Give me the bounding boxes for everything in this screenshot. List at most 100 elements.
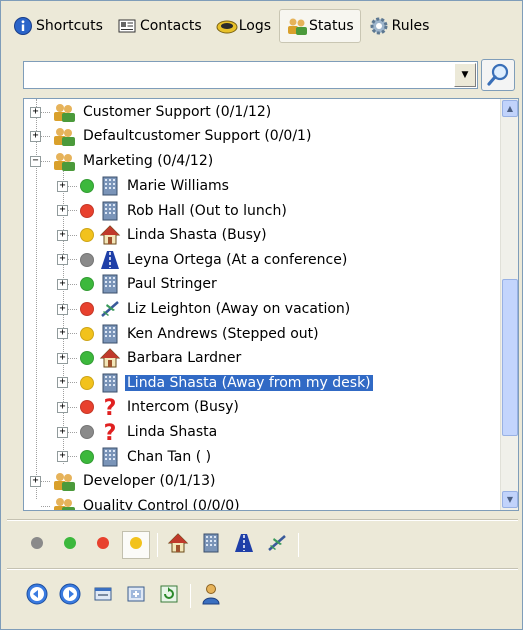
tab-bar: Shortcuts Contacts Logs Status Rules <box>7 7 519 45</box>
tree-member-row[interactable]: +? Intercom (Busy) <box>57 395 241 421</box>
search-input[interactable] <box>26 64 451 86</box>
tree-member-row[interactable]: + Paul Stringer <box>57 272 219 296</box>
tree-member-row[interactable]: + Marie Williams <box>57 174 231 198</box>
phone-handset-icon <box>216 16 238 36</box>
tab-status[interactable]: Status <box>279 9 361 43</box>
expand-plus-icon[interactable]: + <box>57 401 68 413</box>
tree-member-label: Intercom (Busy) <box>127 399 239 416</box>
refresh-icon <box>159 584 179 608</box>
expand-plus-icon[interactable]: + <box>57 352 68 364</box>
tree-group-label: Marketing (0/4/12) <box>83 153 214 169</box>
tab-rules[interactable]: Rules <box>363 9 436 43</box>
tree-member-row[interactable]: + Chan Tan ( ) <box>57 445 213 469</box>
home-icon <box>99 347 121 369</box>
people-group-icon <box>52 471 76 491</box>
location-vacation-button[interactable] <box>263 531 291 559</box>
add-window-icon <box>126 584 146 608</box>
gray-status-icon <box>30 536 44 554</box>
question-mark-icon: ? <box>99 396 121 421</box>
tree-member-row[interactable]: + Liz Leighton (Away on vacation) <box>57 297 352 321</box>
back-button[interactable] <box>23 582 51 610</box>
expand-plus-icon[interactable]: + <box>30 130 41 142</box>
tree-group-defaultcustomer-support[interactable]: + Defaultcustomer Support (0/0/1) <box>30 124 313 148</box>
expand-plus-icon[interactable]: + <box>57 254 68 266</box>
scroll-down-button[interactable]: ▼ <box>502 491 518 508</box>
office-building-icon <box>99 323 121 345</box>
tree-group-customer-support[interactable]: + Customer Support (0/1/12) <box>30 100 273 124</box>
tree-group-marketing[interactable]: − Marketing (0/4/12) <box>30 149 215 173</box>
search-combobox[interactable]: ▼ <box>23 61 478 89</box>
set-status-red-button[interactable] <box>89 531 117 559</box>
gray-status-icon <box>80 425 94 439</box>
red-status-icon <box>80 400 94 415</box>
people-group-icon <box>52 496 76 510</box>
people-group-icon <box>286 16 308 36</box>
dropdown-arrow-button[interactable]: ▼ <box>454 63 476 87</box>
set-status-gray-button[interactable] <box>23 531 51 559</box>
expand-plus-icon[interactable]: + <box>57 426 68 438</box>
office-building-icon <box>200 532 222 558</box>
forward-arrow-icon <box>58 582 82 610</box>
tree-member-row[interactable]: + Barbara Lardner <box>57 346 243 370</box>
vertical-scrollbar[interactable]: ▲ ▼ <box>500 99 518 510</box>
expand-plus-icon[interactable]: + <box>57 278 68 290</box>
info-icon <box>13 16 33 36</box>
tree-group-developer[interactable]: + Developer (0/1/13) <box>30 469 217 493</box>
expand-plus-icon[interactable]: + <box>30 106 41 118</box>
yellow-status-icon <box>80 375 94 390</box>
set-status-green-button[interactable] <box>56 531 84 559</box>
forward-button[interactable] <box>56 582 84 610</box>
people-group-icon <box>52 102 76 122</box>
svg-text:?: ? <box>104 396 117 418</box>
status-tree: + Customer Support (0/1/12) + Defaultcus… <box>23 98 519 511</box>
home-icon <box>99 224 121 246</box>
set-status-yellow-button[interactable] <box>122 531 150 559</box>
expand-plus-icon[interactable]: + <box>57 229 68 241</box>
window-button[interactable] <box>89 582 117 610</box>
location-road-button[interactable] <box>230 531 258 559</box>
tree-member-row[interactable]: + Ken Andrews (Stepped out) <box>57 322 321 346</box>
search-row: ▼ <box>23 59 519 91</box>
tree-member-row[interactable]: + Linda Shasta (Away from my desk) <box>57 371 373 395</box>
expand-plus-icon[interactable]: + <box>57 180 68 192</box>
tab-shortcuts[interactable]: Shortcuts <box>7 9 109 43</box>
red-status-icon <box>80 203 94 218</box>
divider <box>7 568 518 570</box>
tree-member-row[interactable]: +? Linda Shasta <box>57 420 219 446</box>
tree-member-label: Leyna Ortega (At a conference) <box>127 251 348 268</box>
scroll-up-button[interactable]: ▲ <box>502 100 518 117</box>
tree-member-row[interactable]: + Rob Hall (Out to lunch) <box>57 199 289 223</box>
office-building-icon <box>99 372 121 394</box>
tree-member-label: Liz Leighton (Away on vacation) <box>127 301 351 317</box>
expand-plus-icon[interactable]: + <box>30 475 41 487</box>
tree-group-label: Defaultcustomer Support (0/0/1) <box>83 128 312 144</box>
location-office-button[interactable] <box>197 531 225 559</box>
office-building-icon <box>99 273 121 295</box>
expand-plus-icon[interactable]: + <box>57 303 68 315</box>
collapse-minus-icon[interactable]: − <box>30 155 41 167</box>
refresh-button[interactable] <box>155 582 183 610</box>
expand-plus-icon[interactable]: + <box>57 328 68 340</box>
tab-contacts[interactable]: Contacts <box>111 9 208 43</box>
add-window-button[interactable] <box>122 582 150 610</box>
expand-plus-icon[interactable]: + <box>57 451 68 463</box>
airplane-icon <box>99 298 121 320</box>
location-home-button[interactable] <box>164 531 192 559</box>
window-icon <box>93 584 113 608</box>
chevron-down-icon: ▼ <box>506 495 514 504</box>
user-button[interactable] <box>197 582 225 610</box>
tree-member-row[interactable]: + Linda Shasta (Busy) <box>57 223 269 247</box>
expand-plus-icon[interactable]: + <box>57 377 68 389</box>
yellow-status-icon <box>80 326 94 341</box>
expand-plus-icon[interactable]: + <box>57 205 68 217</box>
road-icon <box>233 532 255 558</box>
tab-label: Contacts <box>139 18 202 34</box>
green-status-icon <box>80 179 94 193</box>
airplane-icon <box>266 532 288 558</box>
toolbar-separator <box>190 584 191 608</box>
tree-member-row[interactable]: + Leyna Ortega (At a conference) <box>57 248 349 272</box>
tree-group-quality-control[interactable]: Quality Control (0/0/0) <box>30 494 242 510</box>
search-button[interactable] <box>481 59 515 91</box>
tab-logs[interactable]: Logs <box>210 9 277 43</box>
scrollbar-thumb[interactable] <box>502 279 518 436</box>
